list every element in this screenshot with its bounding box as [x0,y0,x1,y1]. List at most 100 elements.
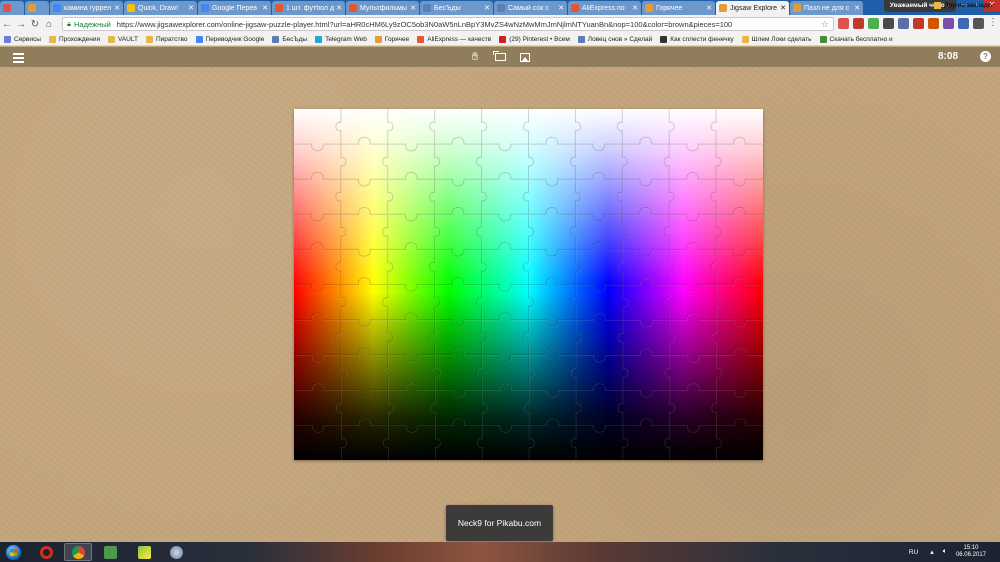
extension-icon[interactable] [868,18,879,29]
watermark-toast: Neck9 for Pikabu.com [446,505,553,541]
tab-close-icon[interactable]: ✕ [262,4,268,12]
start-button[interactable] [5,544,22,561]
extension-icon[interactable] [883,18,894,29]
browser-tab[interactable]: Jigsaw Explore ✕ [716,1,789,15]
browser-tab[interactable]: Самый сок с ✕ [494,1,567,15]
home-icon[interactable]: ⌂ [42,19,56,30]
bookmark-item[interactable]: VAULT [107,35,138,43]
browser-tab[interactable]: камина гуррен ✕ [50,1,123,15]
browser-tab[interactable]: Мультфильмы ✕ [346,1,419,15]
bookmark-label: БесЪды [282,35,308,43]
app-icon [169,545,183,559]
tab-close-icon[interactable]: ✕ [188,4,194,12]
monitor-icon [103,545,117,559]
bookmark-item[interactable]: Прохождения [48,35,100,43]
bookmark-item[interactable]: Переводчик Google [195,35,264,43]
taskbar-opera[interactable] [32,543,60,561]
bookmark-favicon-icon [315,35,323,43]
bookmark-label: Скачать бесплатно и [829,35,893,43]
browser-tab[interactable] [0,1,24,15]
taskbar-app-5[interactable] [162,543,190,561]
tab-close-icon[interactable]: ✕ [336,4,342,12]
tab-close-icon[interactable]: ✕ [114,4,120,12]
forward-icon[interactable]: → [14,19,28,30]
browser-tab[interactable]: Google Перев ✕ [198,1,271,15]
browser-tab[interactable]: Quick, Draw! ✕ [124,1,197,15]
back-icon[interactable]: ← [0,19,14,30]
image-preview-icon[interactable] [518,50,532,64]
extension-icon[interactable] [973,18,984,29]
tab-favicon-icon [571,4,579,12]
piece-edges-shadow [294,109,763,460]
bookmark-item[interactable]: Сервисы [4,35,41,43]
tab-title: Jigsaw Explore [730,4,778,12]
fullscreen-icon[interactable] [492,50,507,64]
tab-close-icon[interactable]: ✕ [706,4,712,12]
reload-icon[interactable]: ↻ [28,19,42,30]
bookmark-item[interactable]: Telegram Web [315,35,367,43]
tab-close-icon[interactable]: ✕ [632,4,638,12]
browser-tab[interactable]: 1 шт. футбол д ✕ [272,1,345,15]
other-bookmarks-label: Другие закладки [944,2,994,9]
help-icon[interactable]: ? [980,51,991,62]
bookmark-item[interactable]: Шлем Локи сделать [741,35,812,43]
bookmark-label: Как сплести фенечку [670,35,734,43]
language-indicator[interactable]: RU [909,549,918,556]
bookmark-item[interactable]: Скачать бесплатно и [819,35,893,43]
tab-close-icon[interactable]: ✕ [484,4,490,12]
taskbar-chrome[interactable] [64,543,92,561]
bookmark-item[interactable]: (29) Pinterest • Всем [499,35,570,43]
tab-title: Мультфильмы [360,4,407,12]
tab-close-icon[interactable]: ✕ [410,4,416,12]
bookmark-item[interactable]: Пиратство [145,35,188,43]
tab-favicon-icon [201,4,209,12]
browser-tab[interactable]: Горячее ✕ [642,1,715,15]
tab-close-icon[interactable]: ✕ [854,4,860,12]
extension-icon[interactable] [943,18,954,29]
bookmark-label: Прохождения [58,35,100,43]
bookmark-favicon-icon [660,35,668,43]
taskbar-app-4[interactable] [130,543,158,561]
omnibox[interactable]: 🔒︎ Надежный https://www.jigsawexplorer.c… [62,17,834,31]
bookmark-item[interactable]: Горячее [374,35,409,43]
menu-icon[interactable] [13,53,24,65]
extension-icon[interactable] [913,18,924,29]
browser-tab[interactable]: AliExpress по ✕ [568,1,641,15]
tab-close-icon[interactable]: ✕ [780,4,786,12]
bookmark-item[interactable]: Как сплести фенечку [660,35,734,43]
bookmark-label: (29) Pinterest • Всем [509,35,570,43]
bookmark-item[interactable]: AliExpress — качеств [417,35,492,43]
tab-close-icon[interactable]: ✕ [558,4,564,12]
bookmark-star-icon[interactable]: ☆ [817,19,833,30]
clock[interactable]: 15:10 06.06.2017 [956,545,986,559]
bookmark-favicon-icon [145,35,153,43]
extension-icon[interactable] [928,18,939,29]
extension-icon[interactable] [838,18,849,29]
tab-favicon-icon [28,4,36,12]
assembled-puzzle[interactable] [294,109,763,460]
bookmark-item[interactable]: БесЪды [272,35,308,43]
tab-favicon-icon [275,4,283,12]
tab-favicon-icon [423,4,431,12]
chrome-menu-icon[interactable]: ⋮ [988,18,999,29]
extension-icon[interactable] [958,18,969,29]
bookmark-label: AliExpress — качеств [427,35,492,43]
bookmark-item[interactable]: Ловец снов » Сделай [577,35,652,43]
hand-icon[interactable]: ✋︎ [468,50,482,64]
bookmark-favicon-icon [48,35,56,43]
taskbar-app-3[interactable] [96,543,124,561]
puzzle-table[interactable]: Neck9 for Pikabu.com [0,67,1000,542]
show-hidden-icons-icon[interactable]: ▴ [930,548,934,556]
url-text[interactable]: https://www.jigsawexplorer.com/online-ji… [117,20,817,29]
extension-icon[interactable] [853,18,864,29]
piece-outlines [294,109,763,460]
extension-icon[interactable] [898,18,909,29]
volume-icon[interactable]: 🔈︎ [943,548,947,556]
browser-tab[interactable]: Пазл не для с ✕ [790,1,863,15]
browser-tab[interactable] [25,1,49,15]
browser-tab[interactable]: БесЪды ✕ [420,1,493,15]
bookmark-label: Пиратство [155,35,188,43]
bookmark-label: Шлем Локи сделать [751,35,812,43]
other-bookmarks[interactable]: Другие закладки [934,2,994,9]
bookmark-favicon-icon [4,35,11,43]
